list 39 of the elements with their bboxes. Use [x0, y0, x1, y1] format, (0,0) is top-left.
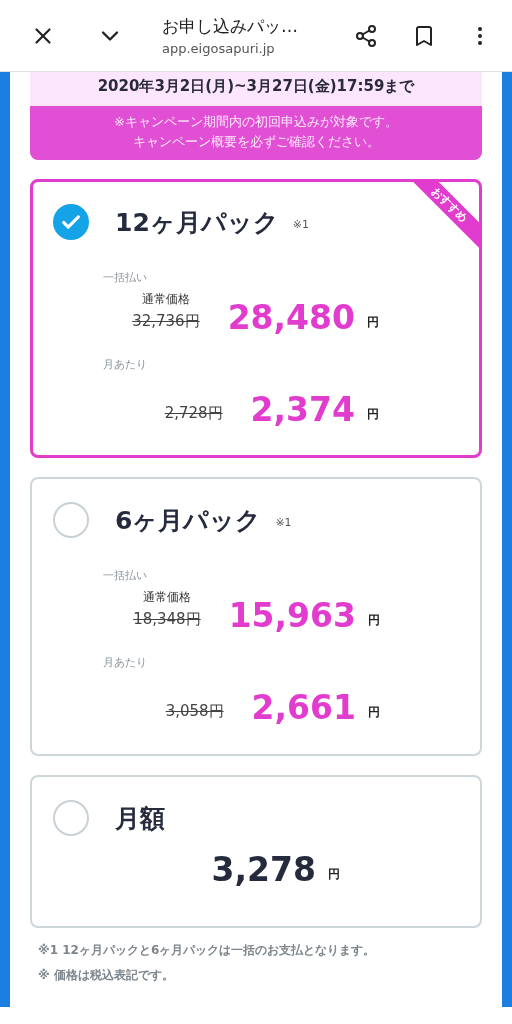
- regular-price: 2,728円: [163, 404, 224, 423]
- payment-label: 月あたり: [103, 358, 147, 371]
- plan-card[interactable]: 6ヶ月パック ※1 一括払い 通常価格 18,348円 15,963 円 月あたり 3,058円 2,661 円: [30, 477, 482, 756]
- radio-icon[interactable]: [53, 800, 89, 836]
- price: 3,278: [211, 850, 316, 889]
- regular-price: 3,058円: [164, 702, 225, 721]
- plan-card[interactable]: 12ヶ月パック ※1 おすすめ 一括払い 通常価格 32,736円 28,480 円 月あたり 2,728円 2,374 円: [30, 179, 482, 458]
- plan-name: 6ヶ月パック: [115, 504, 262, 537]
- regular-price-label: 通常価格: [141, 291, 190, 308]
- payment-label: 月あたり: [103, 656, 147, 669]
- price: 28,480: [227, 298, 355, 337]
- currency-unit: 円: [367, 314, 379, 331]
- payment-label: 一括払い: [103, 271, 147, 284]
- price: 2,374: [250, 390, 355, 429]
- share-icon[interactable]: [354, 23, 378, 48]
- currency-unit: 円: [368, 612, 380, 629]
- currency-unit: 円: [368, 704, 380, 721]
- regular-price: 18,348円: [132, 610, 202, 629]
- radio-icon[interactable]: [53, 502, 89, 538]
- currency-unit: 円: [328, 866, 340, 883]
- footnote-mark: ※1: [275, 515, 292, 529]
- plan-name: 12ヶ月パック: [115, 206, 279, 239]
- currency-unit: 円: [367, 406, 379, 423]
- plan-card[interactable]: 月額 3,278 円: [30, 775, 482, 928]
- price: 2,661: [251, 688, 356, 727]
- regular-price: 32,736円: [131, 312, 201, 331]
- price: 15,963: [228, 596, 356, 635]
- footnote: ※1 12ヶ月パックと6ヶ月パックは一括のお支払となります。: [38, 942, 377, 959]
- payment-label: 一括払い: [103, 569, 147, 582]
- footnote-mark: ※1: [292, 217, 309, 231]
- regular-price-label: 通常価格: [142, 589, 191, 606]
- page-title: お申し込みパッ…: [162, 15, 299, 38]
- campaign-notice: ※キャンペーン期間内の初回申込みが対象です。: [113, 113, 399, 131]
- plan-name: 月額: [115, 802, 165, 835]
- footnote: ※ 価格は税込表記です。: [38, 967, 175, 984]
- page-url: app.eigosapuri.jp: [162, 41, 276, 56]
- checked-radio-icon[interactable]: [53, 204, 89, 240]
- campaign-notice: キャンペーン概要を必ずご確認ください。: [131, 133, 381, 151]
- campaign-period: 2020年3月2日(月)~3月27日(金)17:59まで: [96, 76, 416, 97]
